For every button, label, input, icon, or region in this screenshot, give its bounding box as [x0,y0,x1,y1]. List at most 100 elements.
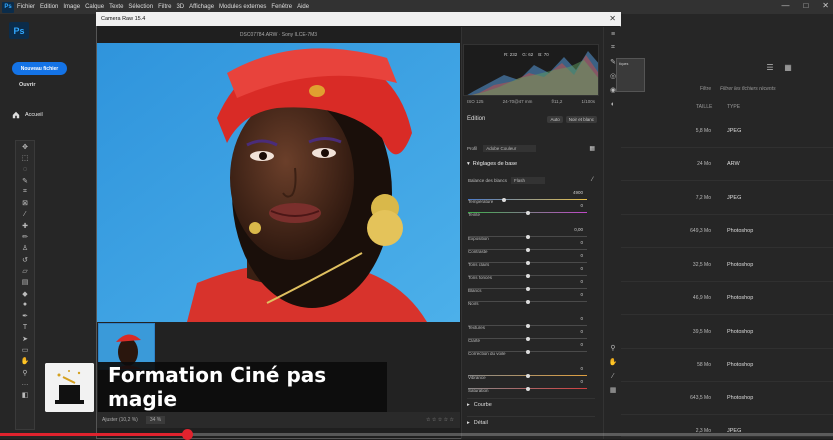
wb-select[interactable]: Flash [511,176,546,184]
slider-knob[interactable] [525,273,530,278]
slider-track[interactable] [468,273,587,278]
menu-fenetre[interactable]: Fenêtre [271,4,292,10]
slider-track[interactable] [468,286,587,291]
slider-knob[interactable] [525,234,530,239]
shape-tool-icon[interactable]: ▭ [16,344,34,355]
brush-tool-icon[interactable]: ✏ [16,231,34,242]
recent-row[interactable]: 5,8 Mo JPEG [620,115,833,148]
recent-row[interactable]: 32,5 Mo Photoshop [620,249,833,282]
history-brush-icon[interactable]: ↺ [16,254,34,265]
slider-value[interactable]: 0 [580,203,583,208]
marquee-tool-icon[interactable]: ⬚ [16,152,34,163]
pen-tool-icon[interactable]: ✒ [16,310,34,321]
slider-track[interactable] [468,373,587,378]
slider-value[interactable]: 0,00 [574,227,583,232]
slider-value[interactable]: 4900 [573,190,583,195]
frame-tool-icon[interactable]: ⊠ [16,197,34,208]
recent-row[interactable]: 58 Mo Photoshop [620,349,833,382]
profile-browser-icon[interactable]: ▦ [589,145,595,152]
menu-modules[interactable]: Modules externes [219,4,266,10]
nav-home[interactable]: Accueil [12,108,82,122]
menu-aide[interactable]: Aide [297,4,309,10]
menu-edition[interactable]: Edition [40,4,58,10]
recent-row[interactable]: 39,5 Mo Photoshop [620,316,833,349]
auto-button[interactable]: Auto [547,115,563,123]
recent-row[interactable]: 7,2 Mo JPEG [620,182,833,215]
crop-tool-icon[interactable]: ⌗ [16,186,34,197]
slider-track[interactable] [468,234,587,239]
type-tool-icon[interactable]: T [16,322,34,333]
menu-calque[interactable]: Calque [85,4,104,10]
open-button[interactable]: Ouvrir [19,82,36,88]
new-file-button[interactable]: Nouveau fichier [12,62,67,75]
recent-row[interactable]: 643,5 Mo Photoshop [620,382,833,415]
slider-value[interactable]: 0 [580,253,583,258]
list-view-icon[interactable]: ☰ [765,62,775,72]
grid-icon[interactable]: ▦ [604,383,622,397]
healing-tool-icon[interactable]: ✚ [16,220,34,231]
col-type[interactable]: TYPE [727,104,740,110]
hand-icon[interactable]: ✋ [604,355,622,369]
menu-3d[interactable]: 3D [176,4,184,10]
slider-track[interactable] [468,386,587,391]
minimize-button[interactable]: — [781,1,789,10]
slider-knob[interactable] [525,260,530,265]
close-window-button[interactable]: ✕ [822,1,829,10]
slider-knob[interactable] [525,210,530,215]
color-swatches-icon[interactable]: ◧ [16,390,34,401]
hand-tool-icon[interactable]: ✋ [16,356,34,367]
slider-knob[interactable] [525,323,530,328]
slider-knob[interactable] [525,349,530,354]
slider-track[interactable] [468,349,587,354]
menu-fichier[interactable]: Fichier [17,4,35,10]
slider-track[interactable] [468,323,587,328]
recent-row[interactable]: 46,9 Mo Photoshop [620,282,833,315]
menu-affichage[interactable]: Affichage [189,4,214,10]
eraser-tool-icon[interactable]: ▱ [16,265,34,276]
edit-tool-icon[interactable]: ≡ [604,27,622,41]
bw-button[interactable]: Noir et blanc [565,115,597,123]
slider-track[interactable] [468,299,587,304]
move-tool-icon[interactable]: ✥ [16,141,34,152]
detail-section-header[interactable]: ▸ Détail [467,416,595,428]
slider-value[interactable]: 0 [580,240,583,245]
grid-view-icon[interactable]: ▦ [783,62,793,72]
quick-select-tool-icon[interactable]: ✎ [16,175,34,186]
slider-track[interactable] [468,336,587,341]
slider-knob[interactable] [525,373,530,378]
zoom-tool-icon[interactable]: ⚲ [16,367,34,378]
maximize-button[interactable]: □ [803,1,808,10]
eyedropper-tool-icon[interactable]: ⁄ [16,209,34,220]
slider-value[interactable]: 0 [580,279,583,284]
dodge-tool-icon[interactable]: ● [16,299,34,310]
presets-icon[interactable]: ◐ [604,97,622,111]
filter-input[interactable]: Filtrer les fichiers récents [720,86,776,92]
slider-value[interactable]: 0 [580,379,583,384]
stamp-tool-icon[interactable]: ♙ [16,243,34,254]
crop-icon[interactable]: ⌗ [604,41,622,55]
recent-row[interactable]: 649,3 Mo Photoshop [620,215,833,248]
curve-section-header[interactable]: ▸ Courbe [467,398,595,410]
slider-knob[interactable] [525,386,530,391]
slider-value[interactable]: 0 [580,266,583,271]
path-select-icon[interactable]: ➤ [16,333,34,344]
zoom-value[interactable]: 34 % [145,416,166,424]
slider-track[interactable] [468,247,587,252]
slider-value[interactable]: 0 [580,366,583,371]
slider-value[interactable]: 0 [580,316,583,321]
wb-eyedropper-icon[interactable]: ⁄ [592,177,593,183]
sampler-icon[interactable]: ⁄ [604,369,622,383]
slider-knob[interactable] [501,197,506,202]
menu-filtre[interactable]: Filtre [158,4,171,10]
zoom-icon[interactable]: ⚲ [604,341,622,355]
recent-row[interactable]: 24 Mo ARW [620,148,833,181]
slider-knob[interactable] [525,299,530,304]
slider-track[interactable] [468,260,587,265]
slider-value[interactable]: 0 [580,292,583,297]
more-tools-icon[interactable]: … [16,378,34,389]
photo-preview[interactable] [97,43,460,322]
slider-knob[interactable] [525,336,530,341]
slider-value[interactable]: 0 [580,329,583,334]
slider-track[interactable] [468,210,587,215]
col-size[interactable]: TAILLE [696,104,712,110]
